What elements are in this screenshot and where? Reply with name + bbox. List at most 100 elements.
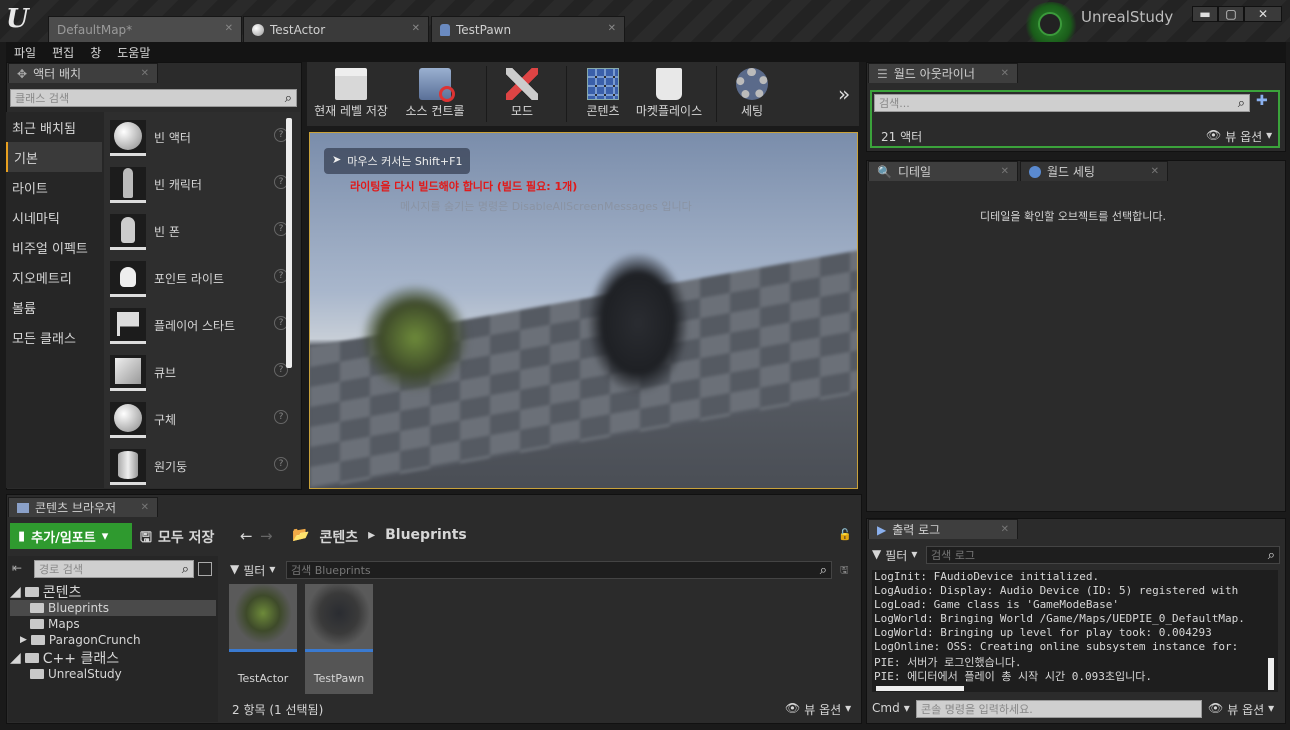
category-visual-effects[interactable]: 비주얼 이펙트 bbox=[6, 232, 102, 262]
menu-edit[interactable]: 편집 bbox=[44, 44, 82, 61]
asset-thumbnail bbox=[229, 584, 297, 652]
close-icon[interactable]: ✕ bbox=[141, 68, 149, 79]
tab-world-outliner[interactable]: ☰ 월드 아웃라이너 ✕ bbox=[868, 63, 1018, 83]
save-level-button[interactable]: 현재 레벨 저장 bbox=[312, 64, 390, 124]
new-file-icon: ▮ bbox=[18, 528, 26, 544]
content-button[interactable]: 콘텐츠 bbox=[578, 64, 628, 124]
actor-item-sphere[interactable]: 구체? bbox=[110, 396, 288, 443]
close-icon[interactable]: ✕ bbox=[1001, 166, 1009, 177]
tree-item-cpp-classes[interactable]: ◢ C++ 클래스 bbox=[10, 650, 216, 667]
tree-item-paragoncrunch[interactable]: ▶ ParagonCrunch bbox=[10, 632, 216, 648]
log-search-input[interactable]: 검색 로그 ⌕ bbox=[926, 546, 1280, 564]
close-icon[interactable]: ✕ bbox=[141, 502, 149, 513]
actor-item-player-start[interactable]: 플레이어 스타트? bbox=[110, 302, 288, 349]
asset-view-options[interactable]: 👁 뷰 옵션 ▾ bbox=[785, 701, 851, 718]
category-recent[interactable]: 최근 배치됨 bbox=[6, 112, 102, 142]
maximize-button[interactable]: ▢ bbox=[1218, 6, 1244, 22]
menu-help[interactable]: 도움말 bbox=[109, 44, 158, 61]
close-icon[interactable]: ✕ bbox=[608, 23, 616, 34]
tree-item-unrealstudy[interactable]: UnrealStudy bbox=[10, 666, 216, 682]
unreal-logo-icon[interactable]: U bbox=[6, 4, 32, 34]
close-icon[interactable]: ✕ bbox=[1151, 166, 1159, 177]
toolbar-overflow-button[interactable]: » bbox=[838, 82, 850, 106]
outliner-view-options[interactable]: 👁 뷰 옵션 ▾ bbox=[1206, 128, 1272, 145]
actor-item-empty-character[interactable]: 빈 캐릭터? bbox=[110, 161, 288, 208]
close-window-button[interactable]: ✕ bbox=[1244, 6, 1282, 22]
tab-testactor[interactable]: TestActor ✕ bbox=[243, 16, 429, 42]
log-view-options[interactable]: 👁 뷰 옵션 ▾ bbox=[1208, 701, 1274, 718]
category-basic[interactable]: 기본 bbox=[6, 142, 102, 172]
category-geometry[interactable]: 지오메트리 bbox=[6, 262, 102, 292]
cursor-icon: ➤ bbox=[332, 153, 342, 166]
list-icon: ☰ bbox=[877, 66, 888, 81]
close-icon[interactable]: ✕ bbox=[225, 23, 233, 34]
asset-search-input[interactable]: 검색 Blueprints ⌕ bbox=[286, 561, 832, 579]
console-command-input[interactable]: 콘솔 명령을 입력하세요. bbox=[916, 700, 1202, 718]
log-line: PIE: 에디터에서 플레이 총 시작 시간 0.093초입니다. bbox=[874, 670, 1152, 682]
save-search-icon[interactable]: 🖫 bbox=[840, 563, 849, 580]
close-icon[interactable]: ✕ bbox=[412, 23, 420, 34]
breadcrumb-blueprints[interactable]: Blueprints bbox=[385, 527, 467, 547]
minimize-button[interactable]: ▬ bbox=[1192, 6, 1218, 22]
asset-testpawn[interactable]: TestPawn bbox=[305, 584, 373, 694]
back-arrow-icon[interactable]: ← bbox=[240, 527, 253, 545]
log-vertical-scrollbar[interactable] bbox=[1268, 658, 1274, 690]
add-folder-icon[interactable]: ✚ bbox=[1256, 93, 1268, 109]
cmd-label: Cmd bbox=[872, 701, 900, 715]
outliner-search-input[interactable]: 검색... ⌕ bbox=[874, 94, 1250, 112]
filter-icon: ▼ bbox=[872, 547, 882, 561]
actor-list-scrollbar[interactable] bbox=[286, 118, 292, 368]
tab-output-log[interactable]: ▶ 출력 로그 ✕ bbox=[868, 519, 1018, 539]
category-cinematic[interactable]: 시네마틱 bbox=[6, 202, 102, 232]
tab-defaultmap[interactable]: DefaultMap* ✕ bbox=[48, 16, 242, 42]
add-import-button[interactable]: ▮ 추가/임포트 ▾ bbox=[10, 523, 132, 549]
category-volumes[interactable]: 볼륨 bbox=[6, 292, 102, 322]
close-icon[interactable]: ✕ bbox=[1001, 524, 1009, 535]
forward-arrow-icon[interactable]: → bbox=[260, 527, 273, 545]
log-horizontal-scrollbar[interactable] bbox=[876, 686, 964, 691]
tree-item-maps[interactable]: Maps bbox=[10, 616, 216, 632]
tab-place-actors[interactable]: ✥ 액터 배치 ✕ bbox=[8, 63, 158, 83]
settings-button[interactable]: 세팅 bbox=[728, 64, 776, 124]
cmd-selector[interactable]: Cmd ▾ bbox=[872, 701, 910, 715]
level-viewport[interactable]: ➤ 마우스 커서는 Shift+F1 라이팅을 다시 빌드해야 합니다 (빌드 필… bbox=[309, 132, 858, 489]
log-filter-button[interactable]: ▼ 필터 ▾ bbox=[872, 547, 917, 564]
save-all-button[interactable]: 🖫 모두 저장 bbox=[140, 527, 214, 551]
category-lights[interactable]: 라이트 bbox=[6, 172, 102, 202]
modes-button[interactable]: 모드 bbox=[492, 64, 552, 124]
breadcrumb-content[interactable]: 콘텐츠 bbox=[319, 527, 358, 547]
source-control-button[interactable]: 소스 컨트롤 bbox=[395, 64, 475, 124]
log-output[interactable]: LogInit: FAudioDevice initialized. LogAu… bbox=[872, 570, 1278, 692]
tree-view-options-icon[interactable] bbox=[198, 562, 212, 576]
class-search-input[interactable]: 클래스 검색 ⌕ bbox=[10, 89, 297, 107]
tab-world-settings[interactable]: 월드 세팅 ✕ bbox=[1020, 161, 1168, 181]
menu-file[interactable]: 파일 bbox=[6, 44, 44, 61]
category-all-classes[interactable]: 모든 클래스 bbox=[6, 322, 102, 352]
tree-item-blueprints[interactable]: Blueprints bbox=[10, 600, 216, 616]
asset-filter-button[interactable]: ▼ 필터 ▾ bbox=[230, 562, 275, 579]
tab-details[interactable]: 🔍 디테일 ✕ bbox=[868, 161, 1018, 181]
help-icon[interactable]: ? bbox=[274, 410, 288, 424]
help-icon[interactable]: ? bbox=[274, 457, 288, 471]
close-icon[interactable]: ✕ bbox=[1001, 68, 1009, 79]
tab-testpawn[interactable]: TestPawn ✕ bbox=[431, 16, 625, 42]
actor-item-point-light[interactable]: 포인트 라이트? bbox=[110, 255, 288, 302]
tree-toggle-icon[interactable]: ⇤ bbox=[12, 561, 22, 575]
actor-item-empty-pawn[interactable]: 빈 폰? bbox=[110, 208, 288, 255]
log-line: LogLoad: Game class is 'GameModeBase' bbox=[874, 598, 1120, 611]
chevron-down-icon: ▾ bbox=[1266, 128, 1273, 142]
tab-label: 월드 아웃라이너 bbox=[893, 67, 975, 81]
menu-window[interactable]: 창 bbox=[82, 44, 109, 61]
globe-icon bbox=[1029, 165, 1041, 178]
tree-item-content[interactable]: ◢ 콘텐츠 bbox=[10, 584, 216, 601]
marketplace-button[interactable]: 마켓플레이스 bbox=[632, 64, 706, 124]
folder-icon bbox=[24, 587, 39, 597]
actor-item-cylinder[interactable]: 원기둥? bbox=[110, 443, 288, 490]
actor-item-empty-actor[interactable]: 빈 액터? bbox=[110, 114, 288, 161]
lock-icon[interactable]: 🔓 bbox=[838, 528, 852, 541]
path-search-input[interactable]: 경로 검색 ⌕ bbox=[34, 560, 194, 578]
tab-content-browser[interactable]: 콘텐츠 브라우저 ✕ bbox=[8, 497, 158, 517]
actor-item-cube[interactable]: 큐브? bbox=[110, 349, 288, 396]
asset-testactor[interactable]: TestActor bbox=[229, 584, 297, 694]
toolbar-divider bbox=[716, 66, 717, 122]
